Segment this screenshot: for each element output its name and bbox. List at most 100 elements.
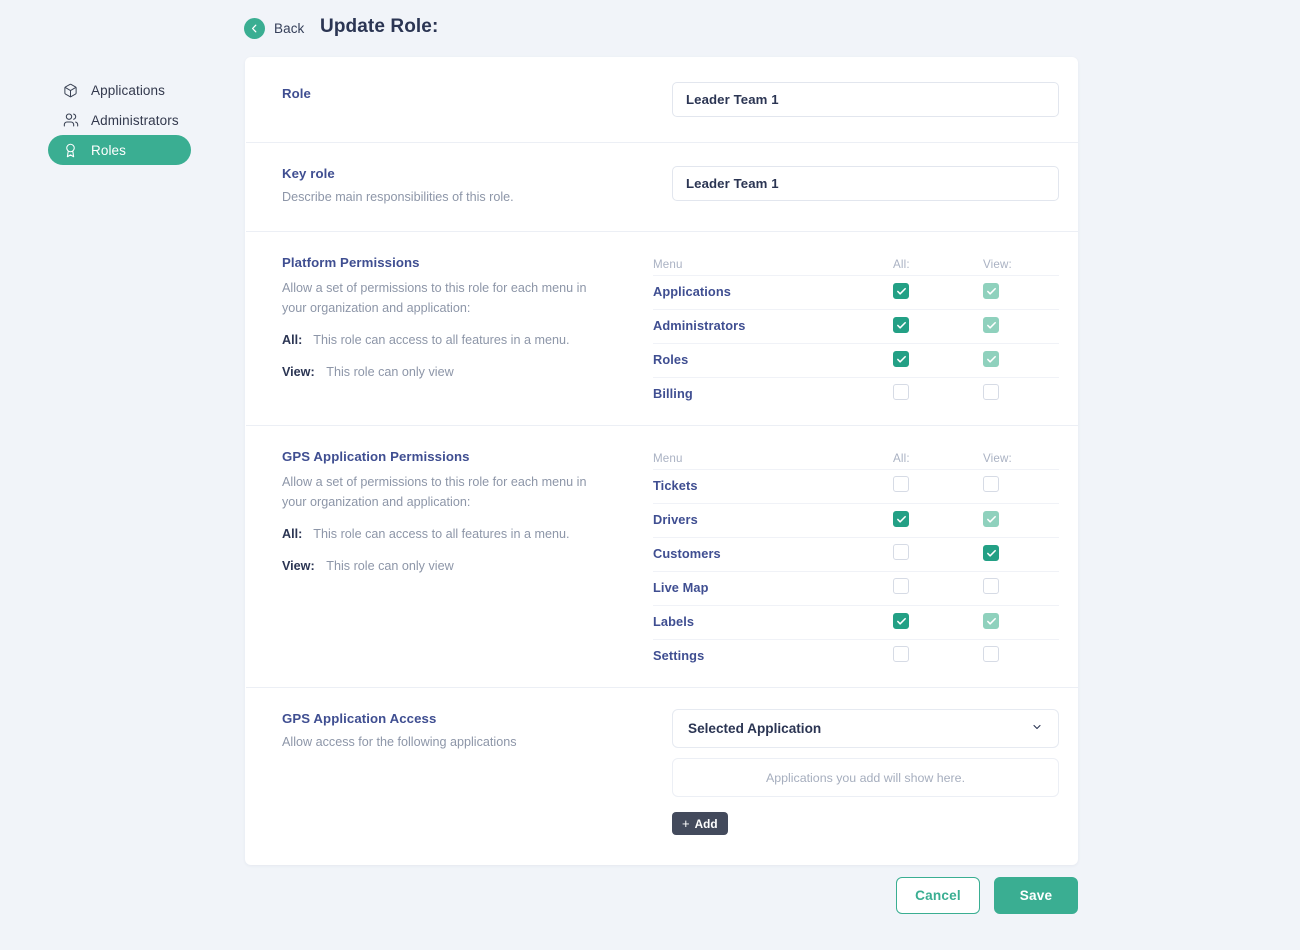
legend-all: All: This role can access to all feature… <box>282 525 625 544</box>
column-header-all: All: <box>893 451 910 465</box>
menu-name-cell: Labels <box>653 613 893 631</box>
view-checkbox-cell <box>983 475 1059 497</box>
all-checkbox[interactable] <box>893 383 909 400</box>
platform-rows: Applications Administrators Roles Billing <box>653 275 1059 411</box>
menu-label: Customers <box>653 546 721 562</box>
legend-all-key: All: <box>282 526 303 541</box>
all-checkbox[interactable] <box>893 511 909 528</box>
legend-view: View: This role can only view <box>282 557 625 576</box>
save-button[interactable]: Save <box>994 877 1078 914</box>
section-title: Platform Permissions <box>282 255 420 271</box>
application-select[interactable]: Selected Application <box>672 709 1059 749</box>
add-button-label: Add <box>694 816 718 831</box>
menu-name-cell: Live Map <box>653 579 893 597</box>
view-checkbox[interactable] <box>983 545 999 562</box>
all-checkbox[interactable] <box>893 283 909 300</box>
column-header-all: All: <box>893 257 910 271</box>
view-checkbox-cell <box>983 511 1059 530</box>
menu-name-cell: Billing <box>653 385 893 403</box>
application-select-value: Selected Application <box>688 721 822 737</box>
view-checkbox-cell <box>983 351 1059 370</box>
section-platform-left: Platform Permissions Allow a set of perm… <box>245 231 653 425</box>
sidebar-item-administrators[interactable]: Administrators <box>48 105 191 135</box>
add-application-button[interactable]: + Add <box>672 812 728 836</box>
menu-label: Tickets <box>653 478 698 494</box>
legend-view-key: View: <box>282 558 315 573</box>
menu-label: Billing <box>653 386 693 402</box>
legend-all-key: All: <box>282 332 303 347</box>
all-checkbox-cell <box>893 351 983 370</box>
table-row: Live Map <box>653 571 1059 605</box>
key-role-input[interactable]: Leader Team 1 <box>672 166 1059 201</box>
table-row: Tickets <box>653 469 1059 503</box>
table-row: Administrators <box>653 309 1059 343</box>
back-label: Back <box>274 21 305 36</box>
section-gps-left: GPS Application Permissions Allow a set … <box>245 425 653 687</box>
section-description: Describe main responsibilities of this r… <box>282 190 514 204</box>
plus-icon: + <box>682 816 690 832</box>
all-checkbox[interactable] <box>893 645 909 662</box>
all-checkbox[interactable] <box>893 543 909 560</box>
section-title: Key role <box>282 166 335 181</box>
sidebar: Applications Administrators Roles <box>0 70 230 165</box>
back-button[interactable]: Back <box>244 18 304 39</box>
menu-name-cell: Customers <box>653 545 893 563</box>
section-gps-right: Menu All: View: Tickets Drivers Customers L… <box>653 425 1078 687</box>
column-header-menu: Menu <box>653 451 683 465</box>
all-checkbox-cell <box>893 577 983 599</box>
all-checkbox-cell <box>893 383 983 405</box>
legend-all-text: This role can access to all features in … <box>313 526 570 541</box>
all-checkbox[interactable] <box>893 577 909 594</box>
section-role-left: Role <box>245 57 672 142</box>
section-description: Allow a set of permissions to this role … <box>282 475 587 509</box>
sidebar-item-label: Administrators <box>91 112 179 128</box>
page-title: Update Role: <box>320 16 439 37</box>
view-checkbox[interactable] <box>983 577 999 594</box>
menu-label: Roles <box>653 352 689 368</box>
form-actions: Cancel Save <box>245 877 1078 914</box>
all-checkbox[interactable] <box>893 613 909 630</box>
column-header-view: View: <box>983 257 1012 271</box>
table-row: Labels <box>653 605 1059 639</box>
all-checkbox[interactable] <box>893 317 909 334</box>
menu-name-cell: Settings <box>653 647 893 665</box>
section-role: Role Leader Team 1 <box>245 57 1078 142</box>
legend-view-key: View: <box>282 364 315 379</box>
section-platform-right: Menu All: View: Applications Administrato… <box>653 231 1078 425</box>
view-checkbox[interactable] <box>983 645 999 662</box>
legend-view-text: This role can only view <box>326 364 454 379</box>
chevron-down-icon <box>1031 721 1043 736</box>
menu-label: Settings <box>653 648 705 664</box>
menu-label: Applications <box>653 284 731 300</box>
platform-permissions-table: Menu All: View: Applications Administrato… <box>653 253 1059 411</box>
section-role-right: Leader Team 1 <box>672 57 1078 142</box>
view-checkbox[interactable] <box>983 475 999 492</box>
table-row: Billing <box>653 377 1059 411</box>
all-checkbox[interactable] <box>893 475 909 492</box>
view-checkbox[interactable] <box>983 383 999 400</box>
section-title: GPS Application Access <box>282 711 437 727</box>
view-checkbox-cell <box>983 613 1059 632</box>
all-checkbox-cell <box>893 613 983 632</box>
all-checkbox-cell <box>893 317 983 336</box>
menu-label: Labels <box>653 614 695 630</box>
menu-name-cell: Administrators <box>653 317 893 335</box>
legend-view-text: This role can only view <box>326 558 454 573</box>
section-key-role-left: Key role Describe main responsibilities … <box>245 142 672 231</box>
all-checkbox-cell <box>893 645 983 667</box>
role-input[interactable]: Leader Team 1 <box>672 82 1059 117</box>
gps-permissions-table: Menu All: View: Tickets Drivers Customers L… <box>653 447 1059 673</box>
view-checkbox <box>983 613 999 630</box>
sidebar-item-applications[interactable]: Applications <box>48 75 191 105</box>
all-checkbox-cell <box>893 283 983 302</box>
table-row: Roles <box>653 343 1059 377</box>
all-checkbox[interactable] <box>893 351 909 368</box>
sidebar-item-label: Applications <box>91 82 165 98</box>
applications-empty-placeholder: Applications you add will show here. <box>672 758 1059 798</box>
section-gps-access: GPS Application Access Allow access for … <box>245 687 1078 865</box>
sidebar-item-roles[interactable]: Roles <box>48 135 191 165</box>
menu-name-cell: Applications <box>653 283 893 301</box>
gps-rows: Tickets Drivers Customers Live Map Labels Set… <box>653 469 1059 673</box>
legend-view: View: This role can only view <box>282 363 625 382</box>
cancel-button[interactable]: Cancel <box>896 877 980 914</box>
